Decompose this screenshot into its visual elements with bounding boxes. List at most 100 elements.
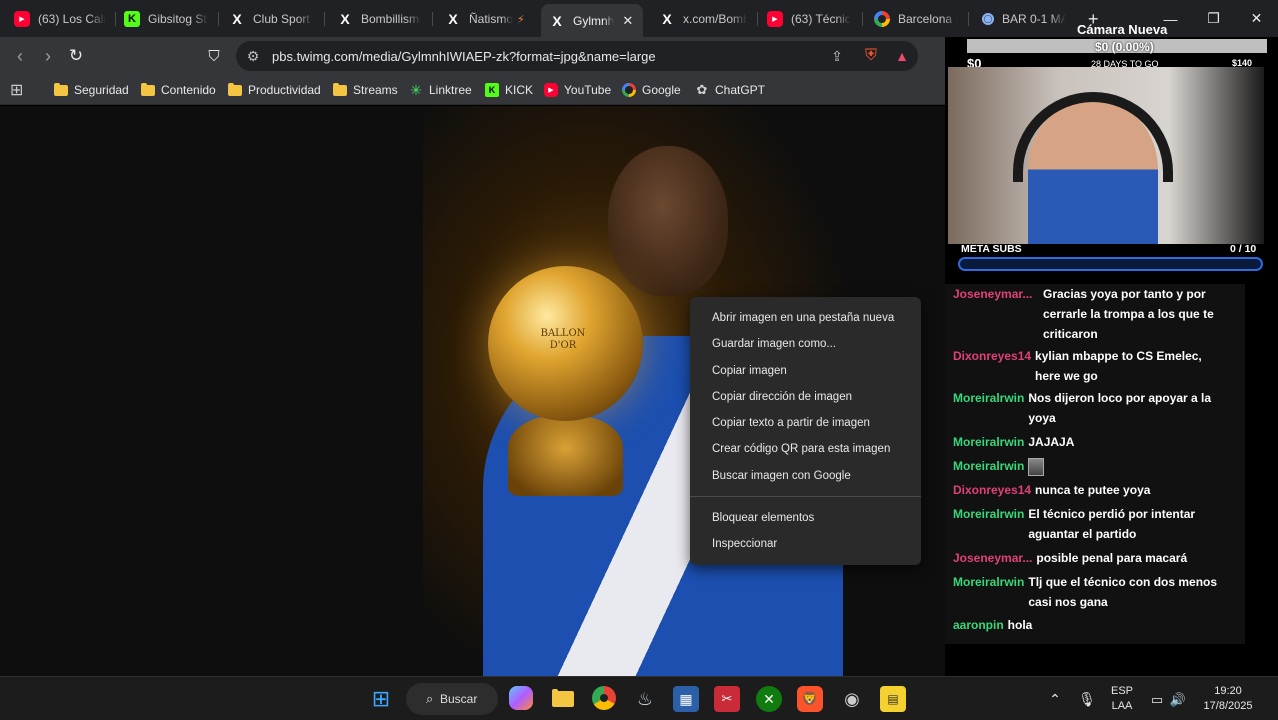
- microphone-icon[interactable]: 🎙: [1077, 677, 1097, 720]
- url-text[interactable]: pbs.twimg.com/media/GylmnhIWIAEP-zk?form…: [272, 49, 656, 64]
- close-window-button[interactable]: ✕: [1235, 0, 1278, 37]
- share-icon[interactable]: ⇪: [828, 47, 846, 65]
- chevron-up-icon[interactable]: ⌃: [1045, 677, 1065, 720]
- bookmark-kick[interactable]: K KICK: [485, 81, 533, 99]
- windows-start-icon[interactable]: ⊞: [368, 686, 394, 712]
- obs-icon[interactable]: ◉: [839, 686, 865, 712]
- goal-widget: Cámara Nueva $0 (0.00%) $0 28 DAYS TO GO…: [945, 22, 1278, 71]
- back-button[interactable]: ‹: [9, 45, 31, 67]
- chat-username[interactable]: Moreiralrwin: [953, 456, 1024, 476]
- trophy-base: [508, 416, 623, 496]
- bookmark-label: Google: [642, 83, 681, 97]
- menu-open-image-new-tab[interactable]: Abrir imagen en una pestaña nueva: [690, 305, 921, 331]
- menu-search-image-google[interactable]: Buscar imagen con Google: [690, 463, 921, 489]
- menu-create-qr-code[interactable]: Crear código QR para esta imagen: [690, 436, 921, 462]
- chrome-icon[interactable]: [592, 686, 616, 710]
- sub-goal-progress-bar: [958, 257, 1263, 271]
- tab-6[interactable]: X x.com/Bomb: [651, 5, 755, 33]
- tab-title: Club Sport E: [253, 12, 313, 26]
- brave-browser-icon[interactable]: 🦁: [797, 686, 823, 712]
- tab-title: Ñatismo: [469, 12, 514, 26]
- bookmark-productividad[interactable]: Productividad: [228, 81, 321, 99]
- snipping-tool-icon[interactable]: ✂: [714, 686, 740, 712]
- kick-icon: K: [124, 11, 140, 27]
- chat-username[interactable]: Moreiralrwin: [953, 432, 1024, 452]
- chat-username[interactable]: Moreiralrwin: [953, 504, 1024, 524]
- calculator-icon[interactable]: ▦: [673, 686, 699, 712]
- taskbar-search[interactable]: ⌕ Buscar: [406, 683, 498, 715]
- menu-copy-image[interactable]: Copiar imagen: [690, 358, 921, 384]
- reload-button[interactable]: ↻: [65, 45, 87, 67]
- close-tab-icon[interactable]: ✕: [622, 13, 633, 29]
- chat-text: El técnico perdió por intentar aguantar …: [1028, 507, 1196, 541]
- menu-block-elements[interactable]: Bloquear elementos: [690, 505, 921, 531]
- sub-goal-count: 0 / 10: [1230, 243, 1257, 255]
- tab-8[interactable]: Barcelona Sp: [866, 5, 966, 33]
- bookmark-google[interactable]: Google: [622, 81, 681, 99]
- bookmark-label: Seguridad: [74, 83, 129, 97]
- tab-3[interactable]: X Bombillismo: [329, 5, 429, 33]
- language-indicator[interactable]: ESP LAA: [1106, 677, 1138, 720]
- bookmark-seguridad[interactable]: Seguridad: [54, 81, 129, 99]
- tab-2[interactable]: X Club Sport E: [221, 5, 321, 33]
- tab-4[interactable]: X Ñatismo ⚡: [437, 5, 537, 33]
- player-head: [608, 146, 728, 296]
- search-label: Buscar: [440, 692, 478, 706]
- chat-username[interactable]: Dixonreyes14: [953, 346, 1031, 366]
- file-explorer-icon[interactable]: [550, 686, 576, 712]
- tab-title: Gylmnh: [573, 13, 615, 28]
- chat-username[interactable]: Dixonreyes14: [953, 480, 1031, 500]
- menu-save-image-as[interactable]: Guardar imagen como...: [690, 331, 921, 357]
- clock[interactable]: 19:20 17/8/2025: [1196, 677, 1260, 720]
- chatgpt-icon: ✿: [696, 82, 708, 97]
- site-settings-icon[interactable]: ⚙: [244, 47, 262, 65]
- folder-icon: [333, 82, 347, 96]
- brave-rewards-icon[interactable]: ▲: [891, 45, 913, 67]
- brave-shields-icon[interactable]: ⛨: [860, 45, 882, 67]
- language-code: ESP: [1110, 685, 1133, 697]
- maximize-button[interactable]: ❐: [1192, 0, 1235, 37]
- folder-icon: [141, 82, 155, 96]
- tab-1[interactable]: K Gibsitog Stre: [116, 5, 216, 33]
- tab-9[interactable]: BAR 0-1 MA: [974, 5, 1074, 33]
- x-icon: X: [552, 12, 562, 29]
- chat-username[interactable]: Joseneymar...: [953, 284, 1039, 304]
- chat-message: Moreiralrwin Tlj que el técnico con dos m…: [953, 572, 1238, 612]
- xbox-icon[interactable]: ✕: [756, 686, 782, 712]
- windows-taskbar: ⊞ ⌕ Buscar ♨ ▦ ✂ ✕ 🦁 ◉ ▤ ⌃ 🎙 ESP LAA ▭ 🔊…: [0, 676, 1278, 720]
- apps-grid-icon[interactable]: ⊞: [10, 81, 23, 99]
- chat-text: nunca te putee yoya: [1035, 483, 1151, 497]
- volume-icon[interactable]: 🔊: [1168, 677, 1188, 720]
- network-icon[interactable]: ▭: [1147, 677, 1167, 720]
- steam-icon[interactable]: ♨: [632, 686, 658, 712]
- bookmark-linktree[interactable]: ✳ Linktree: [409, 81, 472, 99]
- bookmark-contenido[interactable]: Contenido: [141, 81, 216, 99]
- chat-username[interactable]: Moreiralrwin: [953, 572, 1024, 592]
- goal-title: Cámara Nueva: [1077, 22, 1168, 37]
- chat-username[interactable]: Joseneymar...: [953, 548, 1032, 568]
- bookmark-chatgpt[interactable]: ✿ ChatGPT: [695, 81, 765, 99]
- tab-0[interactable]: ▶ (63) Los Cali: [6, 5, 114, 33]
- chat-username[interactable]: Moreiralrwin: [953, 388, 1024, 408]
- tab-7[interactable]: ▶ (63) Técnico: [759, 5, 859, 33]
- tab-5-active[interactable]: X Gylmnh ✕: [541, 4, 643, 37]
- chat-text: hola: [1007, 618, 1033, 632]
- bookmark-label: ChatGPT: [715, 83, 766, 97]
- copilot-icon[interactable]: [509, 686, 533, 710]
- forward-button[interactable]: ›: [37, 45, 59, 67]
- bookmark-youtube[interactable]: ▶ YouTube: [544, 81, 611, 99]
- chat-username[interactable]: aaronpin: [953, 615, 1004, 635]
- bookmark-icon[interactable]: ⛉: [203, 45, 225, 67]
- bookmark-streams[interactable]: Streams: [333, 81, 398, 99]
- chat-message: aaronpin hola: [953, 615, 1238, 635]
- menu-copy-text-from-image[interactable]: Copiar texto a partir de imagen: [690, 410, 921, 436]
- menu-separator: [690, 496, 921, 498]
- youtube-icon: ▶: [14, 11, 30, 27]
- tab-title: BAR 0-1 MA: [1002, 12, 1066, 26]
- menu-inspect[interactable]: Inspeccionar: [690, 531, 921, 557]
- address-bar[interactable]: ⚙ pbs.twimg.com/media/GylmnhIWIAEP-zk?fo…: [236, 41, 918, 71]
- tab-title: Gibsitog Stre: [148, 12, 208, 26]
- sticky-notes-icon[interactable]: ▤: [880, 686, 906, 712]
- bookmark-label: Contenido: [161, 83, 216, 97]
- menu-copy-image-address[interactable]: Copiar dirección de imagen: [690, 384, 921, 410]
